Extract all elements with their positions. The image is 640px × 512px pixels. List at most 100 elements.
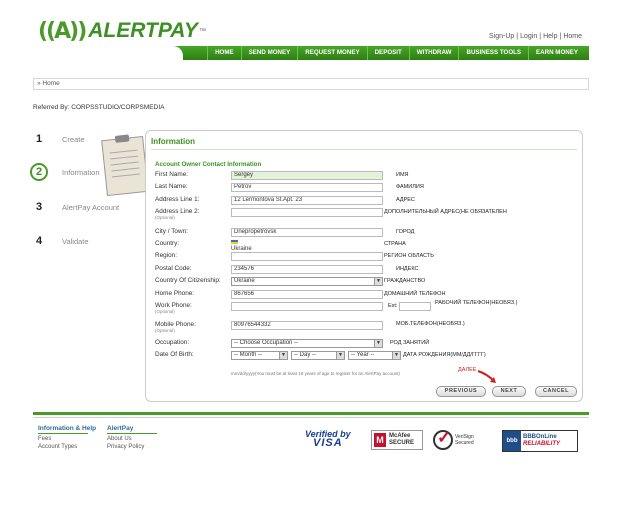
dropdown-arrow-icon: ▼	[336, 352, 344, 359]
step-validate: 4 Validate	[30, 232, 89, 250]
account-types-link[interactable]: Account Types	[38, 444, 96, 452]
step-number-active: 2	[30, 163, 48, 181]
nav-business-tools[interactable]: BUSINESS TOOLS	[458, 46, 528, 60]
mcafee-secure-badge[interactable]: M McAfee SECURE	[371, 430, 423, 450]
footer-bar	[33, 412, 589, 415]
nav-request-money[interactable]: REQUEST MONEY	[297, 46, 366, 60]
citizenship-select[interactable]: Ukraine ▼	[231, 277, 383, 286]
bbb-online-badge[interactable]: bbb BBBOnLine RELIABILITY	[502, 430, 578, 452]
footer-heading: AlertPay	[107, 425, 134, 432]
step-create: 1 Create	[30, 130, 85, 148]
divider	[151, 149, 577, 150]
step-information: 2 Information	[30, 163, 100, 181]
occupation-note: РОД ЗАНЯТИЙ	[390, 340, 430, 346]
address2-label: Address Line 2: (Optional)	[155, 208, 235, 220]
step-alertpay-account: 3 AlertPay Account	[30, 198, 119, 216]
information-panel: Information Account Owner Contact Inform…	[145, 130, 583, 402]
logo-text: ALERTPAY	[88, 19, 198, 42]
first-name-input[interactable]: Sergey	[231, 171, 383, 180]
address1-label: Address Line 1:	[155, 196, 200, 203]
occupation-label: Occupation:	[155, 339, 190, 346]
dob-month-select[interactable]: -- Month -- ▼	[231, 351, 288, 360]
step-label: Validate	[62, 236, 89, 246]
citizenship-label: Country Of Citizenship:	[155, 277, 221, 284]
dropdown-arrow-icon: ▼	[374, 278, 382, 285]
nav-send-money[interactable]: SEND MONEY	[240, 46, 298, 60]
verisign-secured-badge[interactable]: ✓ VeriSign Secured	[433, 428, 493, 450]
footer-alertpay: AlertPay About Us Privacy Policy	[107, 425, 157, 451]
dropdown-arrow-icon: ▼	[392, 352, 400, 359]
step-label: Information	[62, 167, 100, 177]
cancel-button[interactable]: CANCEL	[535, 386, 577, 397]
dob-day-select[interactable]: -- Day -- ▼	[291, 351, 345, 360]
region-note: РЕГИОН ОБЛАСТЬ	[384, 253, 434, 259]
login-link[interactable]: Login	[520, 33, 537, 40]
postal-label: Postal Code:	[155, 265, 192, 272]
privacy-policy-link[interactable]: Privacy Policy	[107, 444, 157, 452]
work-phone-label: Work Phone: (Optional)	[155, 302, 235, 314]
nav-withdraw[interactable]: WITHDRAW	[408, 46, 459, 60]
help-link[interactable]: Help	[543, 33, 557, 40]
signup-link[interactable]: Sign-Up	[489, 33, 514, 40]
last-name-label: Last Name:	[155, 183, 188, 190]
country-label: Country:	[155, 240, 180, 247]
step-number: 4	[35, 235, 43, 247]
logo-mark-icon: ((A))	[38, 18, 87, 44]
country-note: СТРАНА	[384, 241, 406, 247]
nav-home[interactable]: HOME	[207, 46, 241, 60]
referred-by: Referred By: CORPSSTUDIO/CORPSMEDIA	[33, 104, 165, 111]
country-value[interactable]: Ukraine	[231, 240, 252, 252]
mcafee-shield-icon: M	[374, 433, 386, 447]
work-phone-input[interactable]	[231, 302, 383, 311]
footer-heading: Information & Help	[38, 425, 97, 432]
logo-trademark: ™	[198, 27, 206, 35]
step-label: Create	[62, 134, 85, 144]
city-input[interactable]: Dnepropetrovsk	[231, 228, 383, 237]
red-arrow-icon	[477, 370, 496, 383]
verified-by-visa-badge[interactable]: Verified by VISA	[305, 430, 351, 449]
first-name-note: ИМЯ	[396, 172, 409, 178]
footer-divider	[33, 417, 589, 418]
mobile-phone-input[interactable]: 80976544332	[231, 321, 383, 330]
home-phone-note: ДОМАШНИЙ ТЕЛЕФОН	[384, 291, 446, 297]
work-phone-ext-input[interactable]	[399, 302, 431, 311]
footer-info-help: Information & Help Fees Account Types	[38, 425, 96, 451]
clipboard-icon	[101, 134, 149, 197]
ukraine-flag-icon	[231, 240, 238, 245]
step-number: 3	[35, 201, 43, 213]
nav-deposit[interactable]: DEPOSIT	[366, 46, 409, 60]
postal-input[interactable]: 234576	[231, 265, 383, 274]
panel-title: Information	[151, 137, 195, 146]
region-input[interactable]	[231, 252, 383, 261]
about-us-link[interactable]: About Us	[107, 436, 157, 444]
occupation-select[interactable]: -- Choose Occupation -- ▼	[231, 339, 383, 348]
work-phone-ext-label: Ext:	[388, 303, 398, 309]
step-number: 1	[35, 133, 43, 145]
nav-earn-money[interactable]: EARN MONEY	[528, 46, 585, 60]
top-links: Sign-Up | Login | Help | Home	[488, 33, 582, 40]
breadcrumb[interactable]: » Home	[33, 78, 589, 90]
next-button[interactable]: NEXT	[492, 386, 526, 397]
footer-rule	[38, 433, 88, 434]
mobile-phone-label: Mobile Phone: (Optional)	[155, 321, 235, 333]
step-label: AlertPay Account	[62, 202, 120, 212]
dob-note: ДАТА РОЖДЕНИЯ(ММ/ДД/ГГГГ)	[403, 352, 486, 358]
previous-button[interactable]: PREVIOUS	[436, 386, 486, 397]
home-link[interactable]: Home	[563, 33, 582, 40]
fees-link[interactable]: Fees	[38, 436, 96, 444]
address2-input[interactable]	[231, 208, 383, 217]
work-phone-note: РАБОЧИЙ ТЕЛЕФОН(НЕОБЯЗ.)	[435, 300, 518, 306]
optional-hint: (Optional)	[155, 328, 175, 333]
last-name-input[interactable]: Petrov	[231, 183, 383, 192]
first-name-label: First Name:	[155, 171, 189, 178]
optional-hint: (Optional)	[155, 309, 175, 314]
home-phone-input[interactable]: 867656	[231, 290, 383, 299]
section-title: Account Owner Contact Information	[155, 161, 262, 168]
dob-hint: mm/dd/yyyy(You must be at least 18 years…	[231, 371, 400, 376]
optional-hint: (Optional)	[155, 215, 175, 220]
address1-note: АДРЕС	[396, 197, 415, 203]
last-name-note: ФАМИЛИЯ	[396, 184, 424, 190]
address1-input[interactable]: 12 Lermontova St.Apt. 23	[231, 196, 383, 205]
dob-year-select[interactable]: -- Year -- ▼	[348, 351, 401, 360]
alertpay-logo[interactable]: ((A)) ALERTPAY ™	[38, 18, 206, 44]
